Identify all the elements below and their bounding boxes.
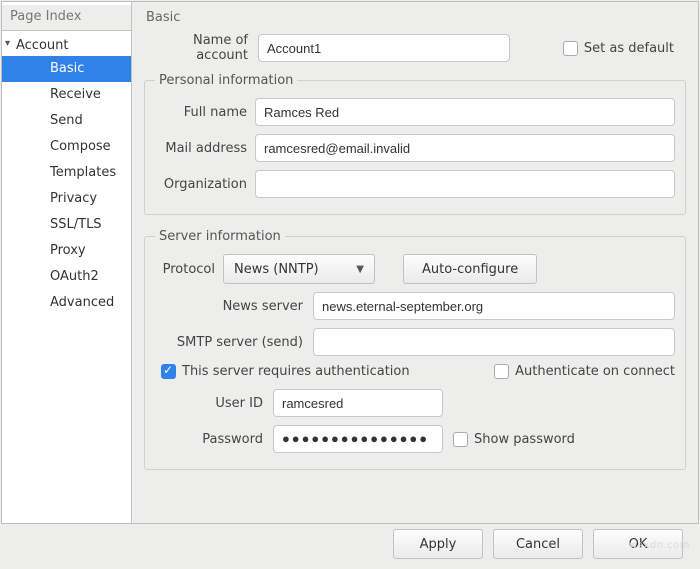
full-name-input[interactable] <box>255 98 675 126</box>
sidebar-item-label: Compose <box>50 139 111 154</box>
tree: Account Basic Receive Send Compose Templ… <box>2 31 131 316</box>
account-name-label: Name of account <box>144 33 252 63</box>
sidebar-item-oauth2[interactable]: OAuth2 <box>2 264 131 290</box>
checkbox-icon <box>563 41 578 56</box>
server-information-group: Server information Protocol News (NNTP) … <box>144 229 686 470</box>
tree-root-account[interactable]: Account <box>2 35 131 56</box>
auth-required-label: This server requires authentication <box>182 364 410 379</box>
password-input[interactable] <box>273 425 443 453</box>
show-password-label: Show password <box>474 432 575 447</box>
sidebar-item-basic[interactable]: Basic <box>2 56 131 82</box>
sidebar-item-label: SSL/TLS <box>50 217 102 232</box>
sidebar-item-templates[interactable]: Templates <box>2 160 131 186</box>
checkbox-icon <box>453 432 468 447</box>
sidebar-title: Page Index <box>2 5 131 31</box>
sidebar-item-send[interactable]: Send <box>2 108 131 134</box>
auth-on-connect-label: Authenticate on connect <box>515 364 675 379</box>
user-id-label: User ID <box>155 396 263 411</box>
sidebar-item-ssltls[interactable]: SSL/TLS <box>2 212 131 238</box>
auth-required-checkbox[interactable]: This server requires authentication <box>161 364 410 379</box>
sidebar-item-label: OAuth2 <box>50 269 99 284</box>
password-label: Password <box>155 432 263 447</box>
server-legend: Server information <box>155 229 285 244</box>
checkbox-icon <box>161 364 176 379</box>
sidebar-item-advanced[interactable]: Advanced <box>2 290 131 316</box>
sidebar-item-label: Basic <box>50 61 84 76</box>
apply-label: Apply <box>420 537 457 552</box>
full-name-label: Full name <box>155 105 247 120</box>
personal-legend: Personal information <box>155 73 297 88</box>
news-server-input[interactable] <box>313 292 675 320</box>
cancel-label: Cancel <box>516 537 560 552</box>
sidebar-item-receive[interactable]: Receive <box>2 82 131 108</box>
sidebar-item-label: Advanced <box>50 295 114 310</box>
show-password-checkbox[interactable]: Show password <box>453 432 575 447</box>
mail-address-input[interactable] <box>255 134 675 162</box>
protocol-value: News (NNTP) <box>234 262 319 277</box>
protocol-dropdown[interactable]: News (NNTP) ▼ <box>223 254 375 284</box>
checkbox-icon <box>494 364 509 379</box>
ok-label: OK <box>629 537 648 552</box>
user-id-input[interactable] <box>273 389 443 417</box>
organization-label: Organization <box>155 177 247 192</box>
set-default-label: Set as default <box>584 41 674 56</box>
sidebar-item-proxy[interactable]: Proxy <box>2 238 131 264</box>
auth-on-connect-checkbox[interactable]: Authenticate on connect <box>494 364 675 379</box>
tree-root-label: Account <box>16 38 69 53</box>
smtp-server-label: SMTP server (send) <box>155 335 303 350</box>
smtp-server-input[interactable] <box>313 328 675 356</box>
page-index-sidebar: Page Index Account Basic Receive Send Co… <box>2 2 132 523</box>
personal-information-group: Personal information Full name Mail addr… <box>144 73 686 215</box>
sidebar-item-privacy[interactable]: Privacy <box>2 186 131 212</box>
account-name-row: Name of account Set as default <box>144 33 686 63</box>
dialog-footer: Apply Cancel OK <box>1 525 699 569</box>
sidebar-item-compose[interactable]: Compose <box>2 134 131 160</box>
sidebar-item-label: Templates <box>50 165 116 180</box>
sidebar-item-label: Send <box>50 113 83 128</box>
sidebar-item-label: Proxy <box>50 243 86 258</box>
main-panel: Basic Name of account Set as default Per… <box>132 2 698 523</box>
mail-address-label: Mail address <box>155 141 247 156</box>
protocol-label: Protocol <box>155 262 215 277</box>
auto-configure-label: Auto-configure <box>422 262 518 277</box>
sidebar-item-label: Privacy <box>50 191 97 206</box>
organization-input[interactable] <box>255 170 675 198</box>
set-default-checkbox[interactable]: Set as default <box>563 41 674 56</box>
account-name-input[interactable] <box>258 34 510 62</box>
auto-configure-button[interactable]: Auto-configure <box>403 254 537 284</box>
chevron-down-icon: ▼ <box>356 264 364 275</box>
sidebar-item-label: Receive <box>50 87 101 102</box>
page-title: Basic <box>144 8 686 33</box>
news-server-label: News server <box>155 299 303 314</box>
